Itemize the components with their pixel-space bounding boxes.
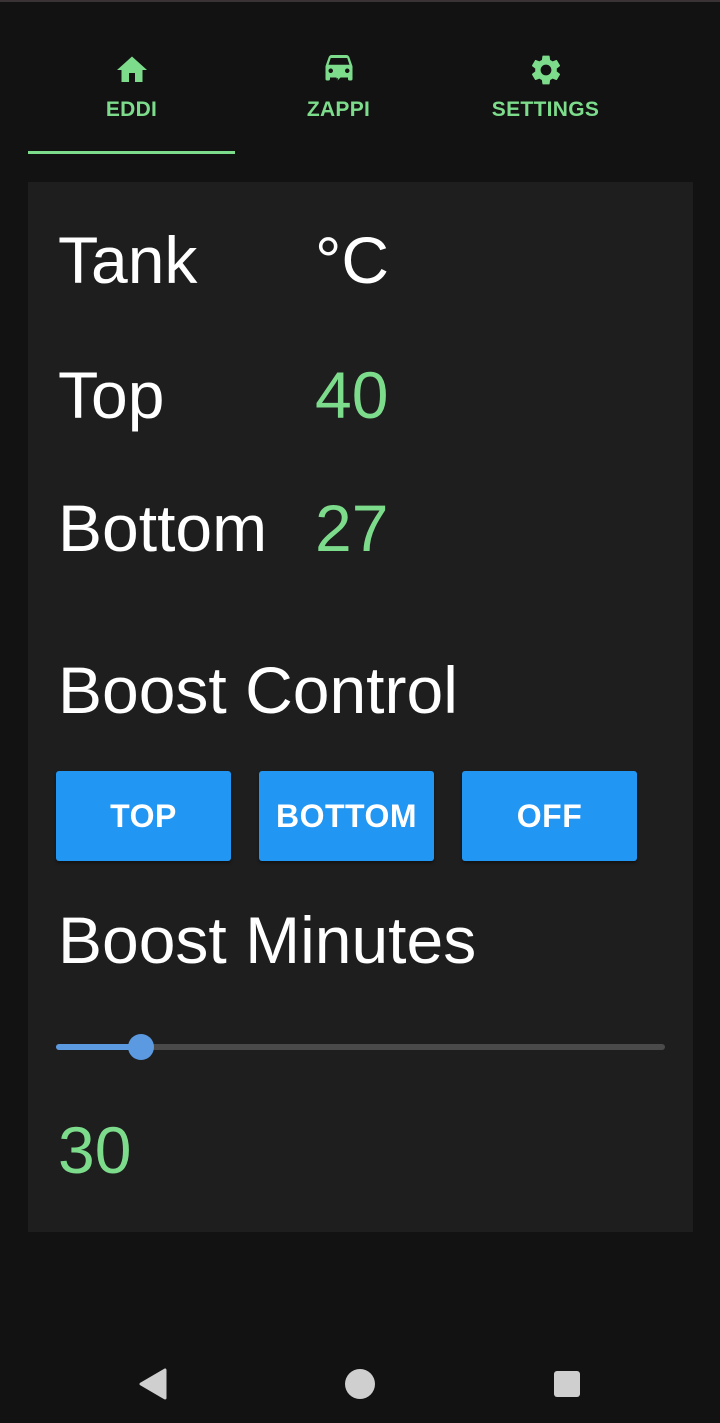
tab-eddi[interactable]: EDDI [28,40,235,154]
top-label: Top [58,358,165,432]
boost-minutes-title: Boost Minutes [58,903,477,977]
tab-bar: EDDI ZAPPI SETTINGS [28,40,648,154]
top-temperature-value: 40 [315,358,389,432]
boost-minutes-value: 30 [58,1113,132,1187]
boost-bottom-button[interactable]: BOTTOM [259,771,434,861]
system-nav-bar [0,1340,720,1423]
bottom-label: Bottom [58,491,268,565]
bottom-temperature-value: 27 [315,491,389,565]
temperature-unit: °C [315,223,390,297]
gear-icon [531,55,560,85]
tab-selected-indicator [28,151,235,154]
tab-settings[interactable]: SETTINGS [442,40,649,154]
boost-off-button[interactable]: OFF [462,771,637,861]
recents-icon[interactable] [547,1364,587,1404]
boost-control-title: Boost Control [58,653,458,727]
tab-zappi-label: ZAPPI [306,98,371,121]
home-icon [116,56,147,82]
tab-settings-label: SETTINGS [491,98,600,121]
ev-car-icon [325,55,352,81]
boost-minutes-slider[interactable] [56,1032,665,1062]
slider-thumb[interactable] [128,1034,154,1060]
eddi-card: Tank °C Top 40 Bottom 27 Boost Control T… [28,182,693,1232]
status-bar-edge [0,0,720,2]
tab-zappi[interactable]: ZAPPI [235,40,442,154]
tank-header-label: Tank [58,223,198,297]
boost-top-button[interactable]: TOP [56,771,231,861]
back-icon[interactable] [133,1364,173,1404]
tab-eddi-label: EDDI [105,98,158,121]
home-circle-icon[interactable] [340,1364,380,1404]
